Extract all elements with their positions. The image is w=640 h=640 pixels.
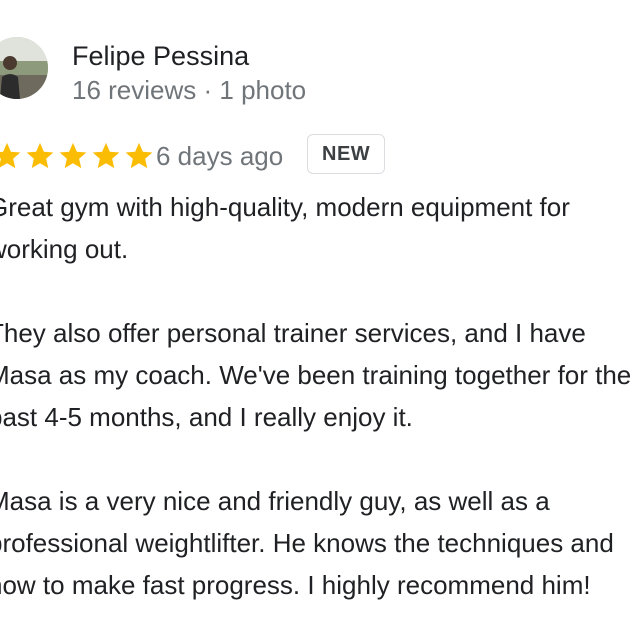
user-photo-icon xyxy=(0,37,48,99)
reviewer-avatar[interactable] xyxy=(0,37,48,99)
star-icon xyxy=(57,140,89,172)
review-paragraph: Great gym with high-quality, modern equi… xyxy=(0,192,570,264)
review-card: Felipe Pessina 16 reviews · 1 photo 6 da… xyxy=(0,0,640,640)
star-icon xyxy=(24,140,56,172)
review-date: 6 days ago xyxy=(156,141,284,171)
rating-row: 6 days ago NEW xyxy=(0,134,640,178)
review-body: Great gym with high-quality, modern equi… xyxy=(0,186,640,606)
star-icon xyxy=(90,140,122,172)
star-icon xyxy=(123,140,155,172)
star-rating xyxy=(0,140,156,172)
reviewer-name[interactable]: Felipe Pessina xyxy=(72,40,249,72)
new-badge: NEW xyxy=(307,134,386,174)
review-paragraph: They also offer personal trainer service… xyxy=(0,318,632,432)
reviewer-stats: 16 reviews · 1 photo xyxy=(72,75,307,105)
star-icon xyxy=(0,140,23,172)
review-paragraph: Masa is a very nice and friendly guy, as… xyxy=(0,486,614,600)
